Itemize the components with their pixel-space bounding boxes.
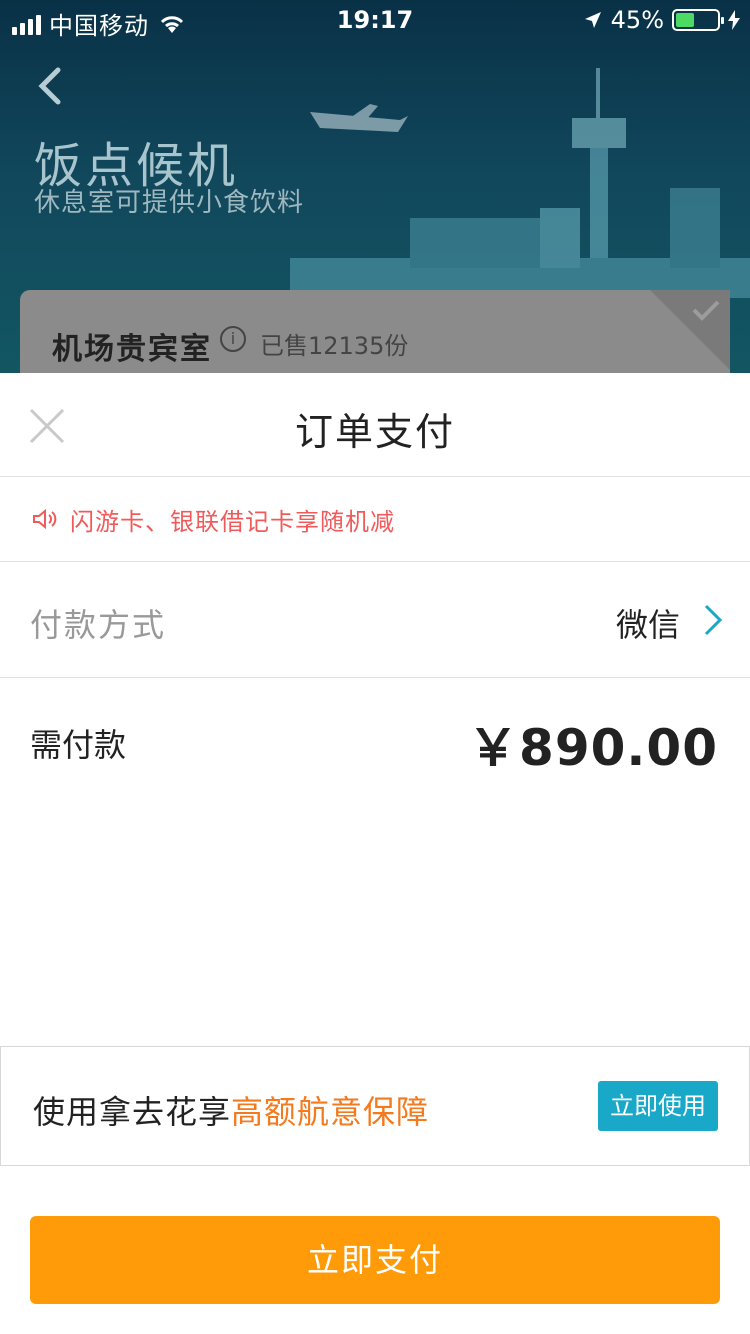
check-corner-icon [650, 290, 730, 370]
payment-method-label: 付款方式 [30, 606, 167, 644]
amount-label: 需付款 [30, 726, 127, 764]
charging-icon [728, 10, 740, 30]
payment-sheet: 订单支付 闪游卡、银联借记卡享随机减 付款方式 微信 需付款 ￥890.00 使… [0, 373, 750, 1334]
sheet-header: 订单支付 [0, 373, 750, 477]
chevron-right-icon [704, 604, 723, 636]
payment-method-row[interactable]: 付款方式 微信 [0, 562, 750, 678]
battery-percent: 45% [610, 6, 664, 34]
hero-subtitle: 休息室可提供小食饮料 [34, 188, 305, 218]
battery-icon [672, 9, 724, 31]
amount-row: 需付款 ￥890.00 [0, 678, 750, 808]
status-bar: 中国移动 19:17 45% [0, 0, 750, 40]
speaker-icon [33, 508, 57, 530]
insurance-text: 使用拿去花享高额航意保障 [33, 1087, 429, 1133]
location-arrow-icon [584, 12, 601, 28]
use-now-button[interactable]: 立即使用 [598, 1081, 718, 1131]
amount-value: ￥890.00 [468, 719, 718, 777]
insurance-promo: 使用拿去花享高额航意保障 立即使用 [0, 1046, 750, 1166]
insurance-text-prefix: 使用拿去花享 [33, 1093, 232, 1131]
back-button[interactable] [32, 62, 72, 110]
sold-count: 已售12135份 [260, 332, 409, 360]
payment-method-value: 微信 [615, 606, 680, 644]
promo-banner[interactable]: 闪游卡、银联借记卡享随机减 [0, 477, 750, 562]
sheet-title: 订单支付 [294, 410, 455, 454]
insurance-highlight: 高额航意保障 [231, 1093, 430, 1131]
promo-text: 闪游卡、银联借记卡享随机减 [70, 507, 395, 536]
pay-now-button[interactable]: 立即支付 [30, 1216, 720, 1304]
product-title: 机场贵宾室 [52, 332, 212, 367]
info-icon[interactable]: i [220, 326, 246, 352]
airport-illustration [290, 68, 750, 298]
